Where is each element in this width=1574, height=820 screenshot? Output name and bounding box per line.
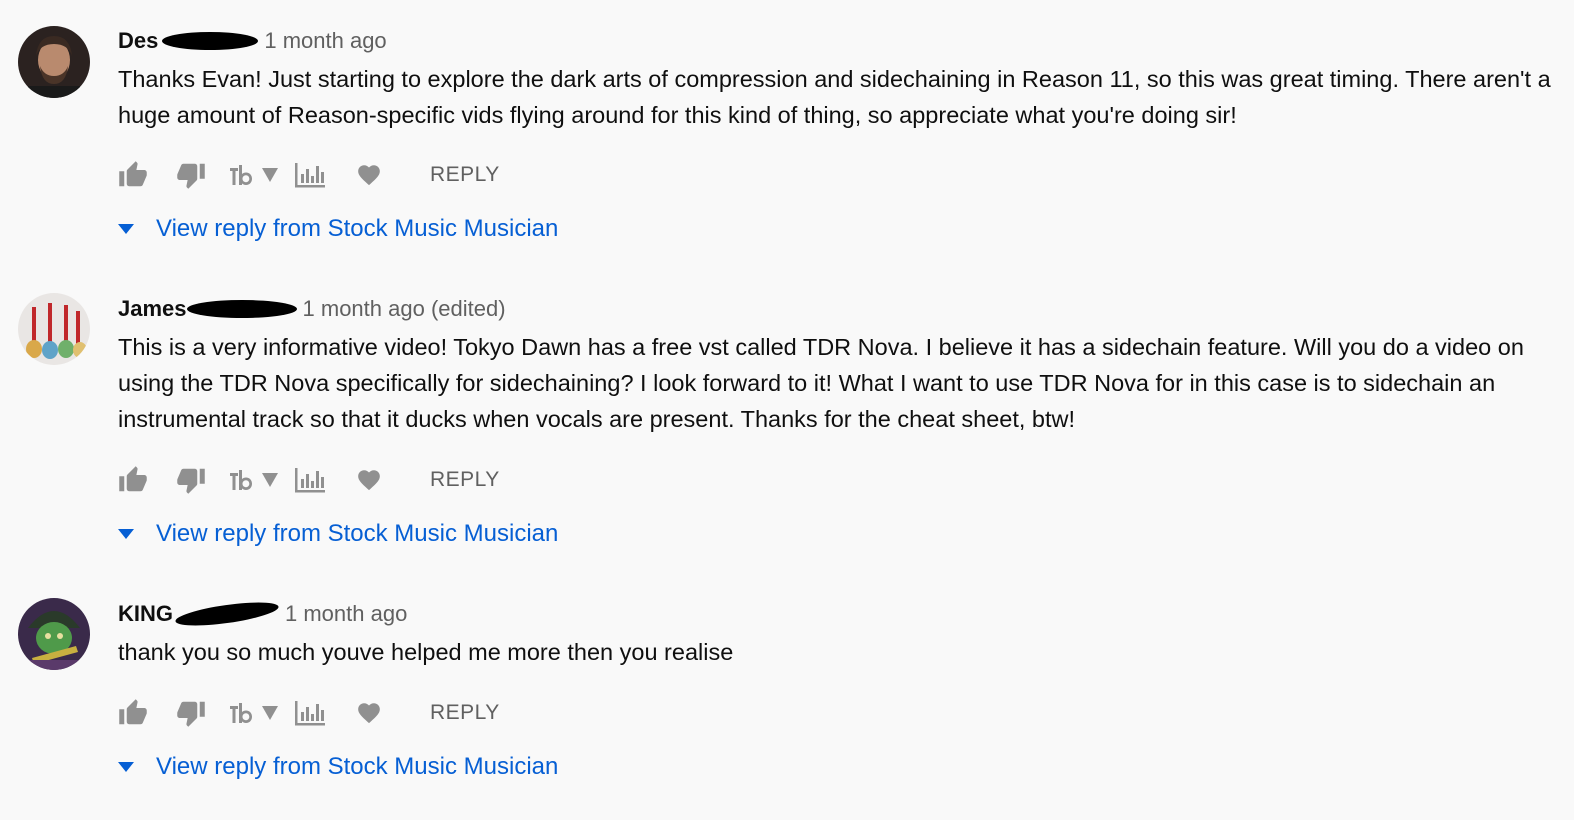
caret-down-icon[interactable] [262,168,278,182]
reply-button[interactable]: REPLY [430,701,500,725]
caret-down-icon [118,529,134,539]
comment-actions: REPLY [118,155,500,195]
avatar[interactable] [18,26,90,98]
view-replies-button[interactable]: View reply from Stock Music Musician [118,750,558,784]
thumb-down-icon[interactable] [176,160,206,190]
heart-icon[interactable] [356,467,382,493]
redaction-mark [186,300,297,318]
comment-actions: REPLY [118,460,500,500]
comment-header: James 1 month ago (edited) [118,294,1558,324]
thumb-down-icon[interactable] [176,698,206,728]
comment-header: Des 1 month ago [118,26,1558,56]
author-name[interactable]: James [118,296,187,322]
comment-body: Des 1 month ago Thanks Evan! Just starti… [118,26,1558,133]
comment-timestamp[interactable]: 1 month ago [285,601,407,627]
comment-text: Thanks Evan! Just starting to explore th… [118,66,1551,128]
comment-text: This is a very informative video! Tokyo … [118,334,1524,432]
redaction-mark [162,32,259,50]
thumb-up-icon[interactable] [118,698,148,728]
thumb-up-icon[interactable] [118,160,148,190]
view-replies-label: View reply from Stock Music Musician [156,215,559,242]
view-replies-label: View reply from Stock Music Musician [156,753,559,780]
comment-body: KING 1 month ago thank you so much youve… [118,597,1558,670]
tubebuddy-icon[interactable] [228,467,254,493]
comment-timestamp[interactable]: 1 month ago [264,28,386,54]
caret-down-icon[interactable] [262,706,278,720]
heart-icon[interactable] [356,700,382,726]
thumb-up-icon[interactable] [118,465,148,495]
bar-chart-icon[interactable] [294,162,326,188]
caret-down-icon[interactable] [262,473,278,487]
heart-icon[interactable] [356,162,382,188]
tubebuddy-icon[interactable] [228,700,254,726]
comment-header: KING 1 month ago [118,597,1558,631]
avatar[interactable] [18,293,90,365]
view-replies-button[interactable]: View reply from Stock Music Musician [118,517,558,551]
comment-body: James 1 month ago (edited) This is a ver… [118,294,1558,437]
view-replies-label: View reply from Stock Music Musician [156,520,559,547]
reply-button[interactable]: REPLY [430,163,500,187]
comment-actions: REPLY [118,693,500,733]
caret-down-icon [118,224,134,234]
view-replies-button[interactable]: View reply from Stock Music Musician [118,212,558,246]
thumb-down-icon[interactable] [176,465,206,495]
comment-timestamp[interactable]: 1 month ago (edited) [303,296,506,322]
redaction-mark [174,597,280,631]
avatar[interactable] [18,598,90,670]
author-name[interactable]: KING [118,601,173,627]
author-name[interactable]: Des [118,28,158,54]
reply-button[interactable]: REPLY [430,468,500,492]
caret-down-icon [118,762,134,772]
tubebuddy-icon[interactable] [228,162,254,188]
bar-chart-icon[interactable] [294,700,326,726]
bar-chart-icon[interactable] [294,467,326,493]
comment-text: thank you so much youve helped me more t… [118,639,734,665]
